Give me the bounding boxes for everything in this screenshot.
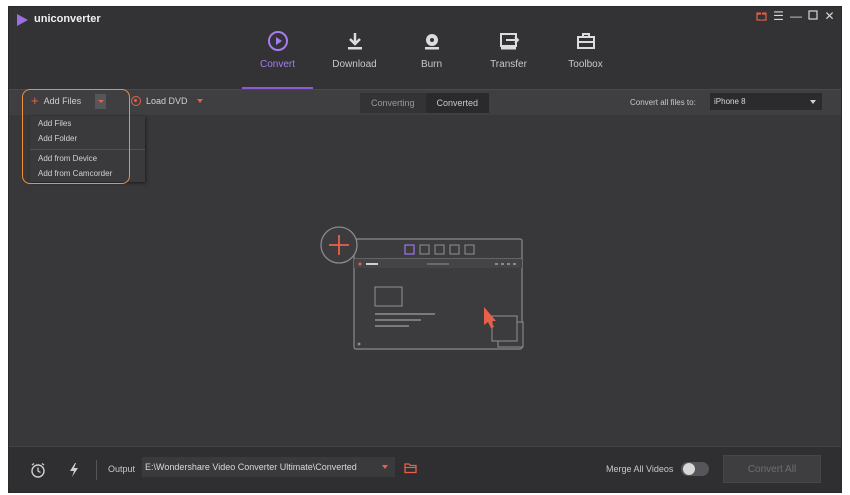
nav-download-label: Download bbox=[332, 59, 377, 70]
menu-item-add-from-camcorder[interactable]: Add from Camcorder bbox=[30, 166, 145, 181]
divider bbox=[96, 460, 97, 480]
output-path-value: E:\Wondershare Video Converter Ultimate\… bbox=[145, 462, 357, 472]
add-files-label: Add Files bbox=[43, 96, 82, 106]
add-files-menu: Add Files Add Folder Add from Device Add… bbox=[30, 116, 145, 182]
app-title: uniconverter bbox=[34, 13, 101, 25]
conversion-tabs: Converting Converted bbox=[360, 93, 490, 113]
burn-icon bbox=[424, 34, 439, 50]
gift-icon[interactable] bbox=[756, 10, 767, 23]
merge-toggle[interactable] bbox=[681, 462, 709, 476]
download-icon bbox=[347, 33, 362, 50]
menu-item-add-folder[interactable]: Add Folder bbox=[30, 131, 145, 146]
plus-icon: + bbox=[31, 93, 39, 108]
nav-burn-label: Burn bbox=[420, 59, 443, 70]
load-dvd-button[interactable]: Load DVD bbox=[131, 96, 203, 106]
chevron-down-icon[interactable] bbox=[196, 99, 203, 103]
schedule-icon[interactable] bbox=[30, 462, 46, 478]
menu-item-add-files[interactable]: Add Files bbox=[30, 116, 145, 131]
target-format-value: iPhone 8 bbox=[714, 97, 746, 106]
dvd-icon bbox=[131, 96, 141, 106]
menu-divider bbox=[30, 149, 145, 150]
toolbox-icon bbox=[576, 33, 595, 49]
toolbar: + Add Files Load DVD Converting Converte… bbox=[9, 89, 841, 115]
nav-toolbox-label: Toolbox bbox=[568, 59, 603, 70]
app-window: uniconverter ☰ — ✕ Convert Download Burn… bbox=[8, 6, 842, 493]
nav-transfer-label: Transfer bbox=[490, 59, 527, 70]
tab-converting[interactable]: Converting bbox=[360, 93, 426, 113]
add-files-dropdown-button[interactable] bbox=[95, 94, 106, 109]
merge-all-label: Merge All Videos bbox=[606, 464, 674, 474]
maximize-icon[interactable] bbox=[807, 10, 818, 23]
minimize-icon[interactable]: — bbox=[790, 10, 802, 23]
title-bar: uniconverter ☰ — ✕ Convert Download Burn… bbox=[9, 7, 841, 89]
transfer-icon bbox=[499, 33, 519, 50]
target-format-select[interactable]: iPhone 8 bbox=[710, 93, 822, 110]
close-icon[interactable]: ✕ bbox=[824, 10, 835, 23]
nav-burn[interactable]: Burn bbox=[393, 29, 470, 89]
nav-convert-label: Convert bbox=[259, 59, 295, 70]
main-nav: Convert Download Burn Transfer Toolbox bbox=[239, 29, 624, 89]
window-controls: ☰ — ✕ bbox=[756, 10, 835, 23]
output-path-select[interactable]: E:\Wondershare Video Converter Ultimate\… bbox=[142, 457, 395, 477]
convert-icon bbox=[267, 31, 288, 51]
add-files-button[interactable]: + Add Files bbox=[31, 93, 82, 108]
app-logo-icon bbox=[17, 14, 28, 26]
chevron-down-icon bbox=[810, 100, 816, 104]
menu-icon[interactable]: ☰ bbox=[773, 10, 784, 23]
nav-toolbox[interactable]: Toolbox bbox=[547, 29, 624, 89]
nav-convert[interactable]: Convert bbox=[239, 29, 316, 89]
tab-converted[interactable]: Converted bbox=[425, 93, 490, 113]
menu-item-add-from-device[interactable]: Add from Device bbox=[30, 151, 145, 166]
empty-state-illustration[interactable] bbox=[320, 221, 530, 357]
nav-transfer[interactable]: Transfer bbox=[470, 29, 547, 89]
convert-all-button[interactable]: Convert All bbox=[723, 455, 821, 483]
load-dvd-label: Load DVD bbox=[146, 96, 188, 106]
bottom-bar: Output E:\Wondershare Video Converter Ul… bbox=[9, 446, 841, 492]
chevron-down-icon bbox=[382, 465, 388, 469]
nav-download[interactable]: Download bbox=[316, 29, 393, 89]
high-speed-icon[interactable] bbox=[66, 462, 82, 478]
folder-icon[interactable] bbox=[404, 462, 418, 474]
output-label: Output bbox=[108, 464, 136, 474]
convert-all-to-label: Convert all files to: bbox=[630, 98, 696, 107]
